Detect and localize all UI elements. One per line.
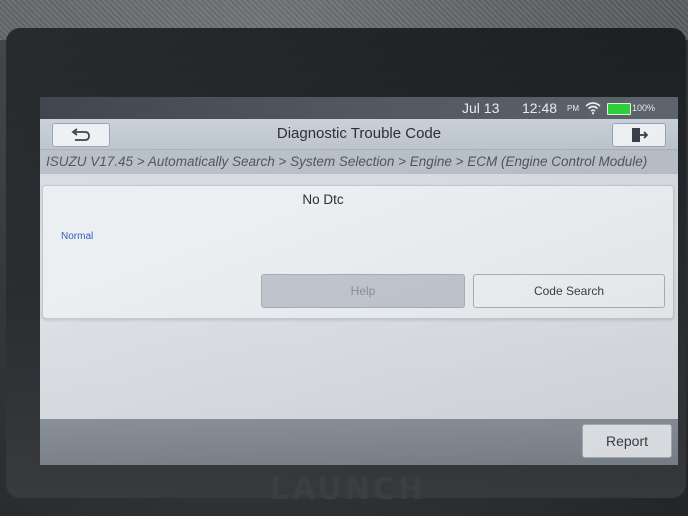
report-button[interactable]: Report [582, 424, 672, 458]
device-photo: Jul 13 12:48 PM 100% Diagnostic Trouble … [0, 0, 688, 516]
exit-icon [632, 128, 648, 142]
help-button[interactable]: Help [261, 274, 465, 308]
exit-button[interactable] [612, 123, 666, 147]
back-button[interactable] [52, 123, 110, 147]
title-bar: Diagnostic Trouble Code [40, 119, 678, 150]
status-time: 12:48 [522, 100, 558, 116]
code-search-button[interactable]: Code Search [473, 274, 665, 308]
launch-logo: LAUNCH [270, 472, 427, 507]
dtc-panel: No Dtc Normal Help Code Search [42, 185, 674, 319]
footer-bar: Report [40, 419, 678, 465]
breadcrumb: ISUZU V17.45 > Automatically Search > Sy… [40, 150, 678, 174]
dtc-result-title: No Dtc [302, 192, 344, 207]
device-screen: Jul 13 12:48 PM 100% Diagnostic Trouble … [40, 97, 678, 465]
wifi-icon [585, 102, 601, 115]
page-title: Diagnostic Trouble Code [276, 125, 442, 142]
battery-level: 100% [632, 103, 656, 113]
status-ampm: PM [567, 104, 579, 113]
battery-icon [607, 103, 631, 115]
status-bar: Jul 13 12:48 PM 100% [40, 97, 678, 119]
status-date: Jul 13 [462, 100, 500, 116]
system-status: Normal [61, 231, 94, 242]
back-arrow-icon [71, 128, 90, 141]
